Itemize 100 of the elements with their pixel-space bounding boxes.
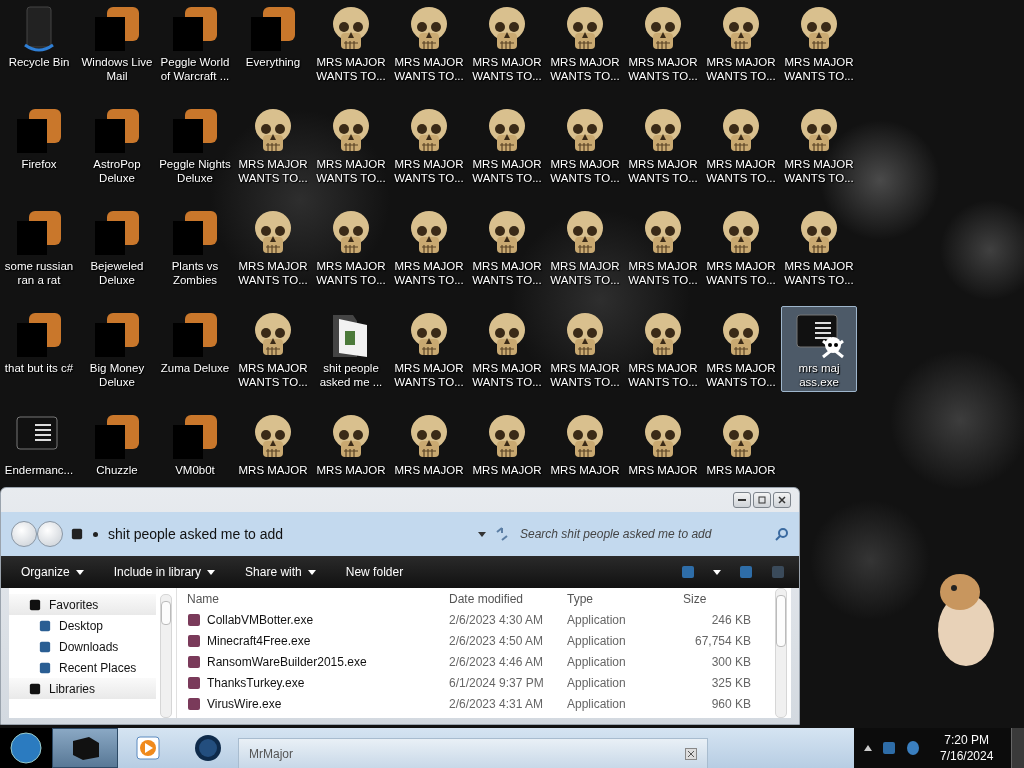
desktop-icon[interactable]: Windows Live Mail [79, 0, 155, 86]
search-icon[interactable] [775, 527, 789, 541]
file-name[interactable]: RansomWareBuilder2015.exe [187, 654, 449, 669]
show-desktop-button[interactable] [1011, 728, 1024, 768]
desktop-icon[interactable]: Everything [235, 0, 311, 72]
desktop-icon[interactable]: MRS MAJOR WANTS TO... [313, 204, 389, 290]
close-button[interactable] [773, 492, 791, 508]
desktop-icon[interactable]: MRS MAJOR [313, 408, 389, 480]
forward-button[interactable] [37, 521, 63, 547]
desktop-icon[interactable]: MRS MAJOR WANTS TO... [469, 0, 545, 86]
desktop-icon[interactable]: MRS MAJOR WANTS TO... [313, 102, 389, 188]
desktop-icon[interactable]: MRS MAJOR WANTS TO... [391, 204, 467, 290]
desktop-icon[interactable]: Bejeweled Deluxe [79, 204, 155, 290]
desktop-icon[interactable]: MRS MAJOR WANTS TO... [781, 0, 857, 86]
table-cell-text: 300 KB [710, 654, 751, 669]
desktop-icon[interactable]: MRS MAJOR WANTS TO... [547, 306, 623, 392]
toolbar-button[interactable]: Include in library [107, 561, 222, 583]
desktop-icon[interactable]: MRS MAJOR WANTS TO... [235, 306, 311, 392]
desktop-icon[interactable]: AstroPop Deluxe [79, 102, 155, 188]
blacked-out-app-icon [15, 107, 63, 155]
refresh-icon[interactable] [494, 527, 510, 541]
toolbar-button[interactable]: New folder [339, 561, 410, 583]
file-name[interactable]: CollabVMBotter.exe [187, 612, 449, 627]
table-cell-text: 246 KB [710, 612, 751, 627]
desktop-icon[interactable]: MRS MAJOR WANTS TO... [625, 204, 701, 290]
desktop-icon[interactable]: Endermanc... [1, 408, 77, 480]
desktop-icon[interactable]: MRS MAJOR WANTS TO... [235, 204, 311, 290]
desktop-icon[interactable]: MRS MAJOR WANTS TO... [391, 306, 467, 392]
minimize-button[interactable] [733, 492, 751, 508]
desktop-icon[interactable]: MRS MAJOR WANTS TO... [625, 102, 701, 188]
column-header[interactable]: Date modified [449, 591, 567, 606]
desktop-icon[interactable]: MRS MAJOR [391, 408, 467, 480]
desktop-icon[interactable]: MRS MAJOR [547, 408, 623, 480]
scrollbar[interactable] [160, 594, 172, 718]
scrollbar[interactable] [775, 588, 787, 718]
desktop-icon[interactable]: MRS MAJOR WANTS TO... [391, 102, 467, 188]
desktop-icon[interactable]: MRS MAJOR WANTS TO... [547, 204, 623, 290]
toolbar-button[interactable]: Organize [15, 561, 90, 583]
desktop-icon[interactable]: Zuma Deluxe [157, 306, 233, 378]
desktop-icon[interactable]: Peggle World of Warcraft ... [157, 0, 233, 86]
column-header[interactable]: Name [187, 591, 449, 606]
desktop-icon[interactable]: MRS MAJOR [235, 408, 311, 480]
console-window-skull-icon [793, 311, 845, 359]
desktop-icon[interactable]: Peggle Nights Deluxe [157, 102, 233, 188]
desktop-icon[interactable]: mrs maj ass.exe [781, 306, 857, 392]
file-name[interactable]: Minecraft4Free.exe [187, 633, 449, 648]
nav-group[interactable]: Libraries [9, 678, 156, 699]
desktop-icon[interactable]: MRS MAJOR WANTS TO... [469, 306, 545, 392]
file-name[interactable]: VirusWire.exe [187, 696, 449, 711]
file-icon [187, 696, 201, 711]
start-button[interactable] [0, 728, 52, 768]
desktop-icon[interactable]: Big Money Deluxe [79, 306, 155, 392]
desktop-icon[interactable]: MRS MAJOR WANTS TO... [781, 204, 857, 290]
close-icon[interactable] [685, 747, 697, 760]
desktop-icon[interactable]: MRS MAJOR WANTS TO... [547, 0, 623, 86]
file-name[interactable]: ThanksTurkey.exe [187, 675, 449, 690]
desktop-icon[interactable]: MRS MAJOR WANTS TO... [235, 102, 311, 188]
desktop-icon[interactable]: MRS MAJOR WANTS TO... [703, 102, 779, 188]
desktop-icon[interactable]: VM0b0t [157, 408, 233, 480]
desktop-icon[interactable]: Plants vs Zombies [157, 204, 233, 290]
desktop-icon[interactable]: MRS MAJOR WANTS TO... [469, 204, 545, 290]
desktop-icon[interactable]: MRS MAJOR WANTS TO... [703, 0, 779, 86]
table-cell-text: 2/6/2023 4:46 AM [449, 654, 545, 669]
up-arrow-icon[interactable] [864, 745, 872, 751]
address-bar[interactable]: shit people asked me to add [71, 521, 470, 547]
desktop-icon[interactable]: shit people asked me ... [313, 306, 389, 392]
desktop-icon[interactable]: MRS MAJOR WANTS TO... [625, 306, 701, 392]
desktop-icon[interactable]: that but its c# [1, 306, 77, 378]
toolbar-button[interactable]: Share with [239, 561, 322, 583]
desktop-icon[interactable]: MRS MAJOR WANTS TO... [547, 102, 623, 188]
window-preview[interactable]: MrMajor [238, 738, 708, 768]
play-icon [135, 735, 161, 761]
desktop-icon[interactable]: MRS MAJOR WANTS TO... [469, 102, 545, 188]
desktop-icon[interactable]: MRS MAJOR WANTS TO... [625, 0, 701, 86]
taskbar-button[interactable] [52, 728, 118, 768]
blacked-out-app-icon [15, 209, 63, 257]
blacked-out-app-icon [15, 311, 63, 359]
column-header[interactable]: Type [567, 591, 683, 606]
desktop-icon[interactable]: Chuzzle [79, 408, 155, 480]
nav-item[interactable]: Downloads [9, 636, 156, 657]
maximize-icon [758, 496, 766, 504]
desktop-icon[interactable]: MRS MAJOR WANTS TO... [313, 0, 389, 86]
desktop-icon[interactable]: MRS MAJOR WANTS TO... [703, 306, 779, 392]
desktop-icon[interactable]: MRS MAJOR WANTS TO... [703, 204, 779, 290]
nav-item[interactable]: Desktop [9, 615, 156, 636]
desktop-icon[interactable]: MRS MAJOR [703, 408, 779, 480]
desktop-icon[interactable]: Recycle Bin [1, 0, 77, 72]
nav-group[interactable]: Favorites [9, 594, 156, 615]
desktop-icon[interactable]: MRS MAJOR [625, 408, 701, 480]
desktop-icon[interactable]: MRS MAJOR WANTS TO... [391, 0, 467, 86]
table-cell-text: 67,754 KB [693, 633, 751, 648]
nav-item[interactable]: Recent Places [9, 657, 156, 678]
back-button[interactable] [11, 521, 37, 547]
desktop-icon[interactable]: Firefox [1, 102, 77, 174]
blacked-out-app-icon [93, 5, 141, 53]
column-header[interactable]: Size [683, 591, 751, 606]
desktop-icon[interactable]: MRS MAJOR [469, 408, 545, 480]
desktop-icon[interactable]: some russian ran a rat [1, 204, 77, 290]
desktop-icon[interactable]: MRS MAJOR WANTS TO... [781, 102, 857, 188]
search-field[interactable]: Search shit people asked me to add [518, 521, 767, 547]
